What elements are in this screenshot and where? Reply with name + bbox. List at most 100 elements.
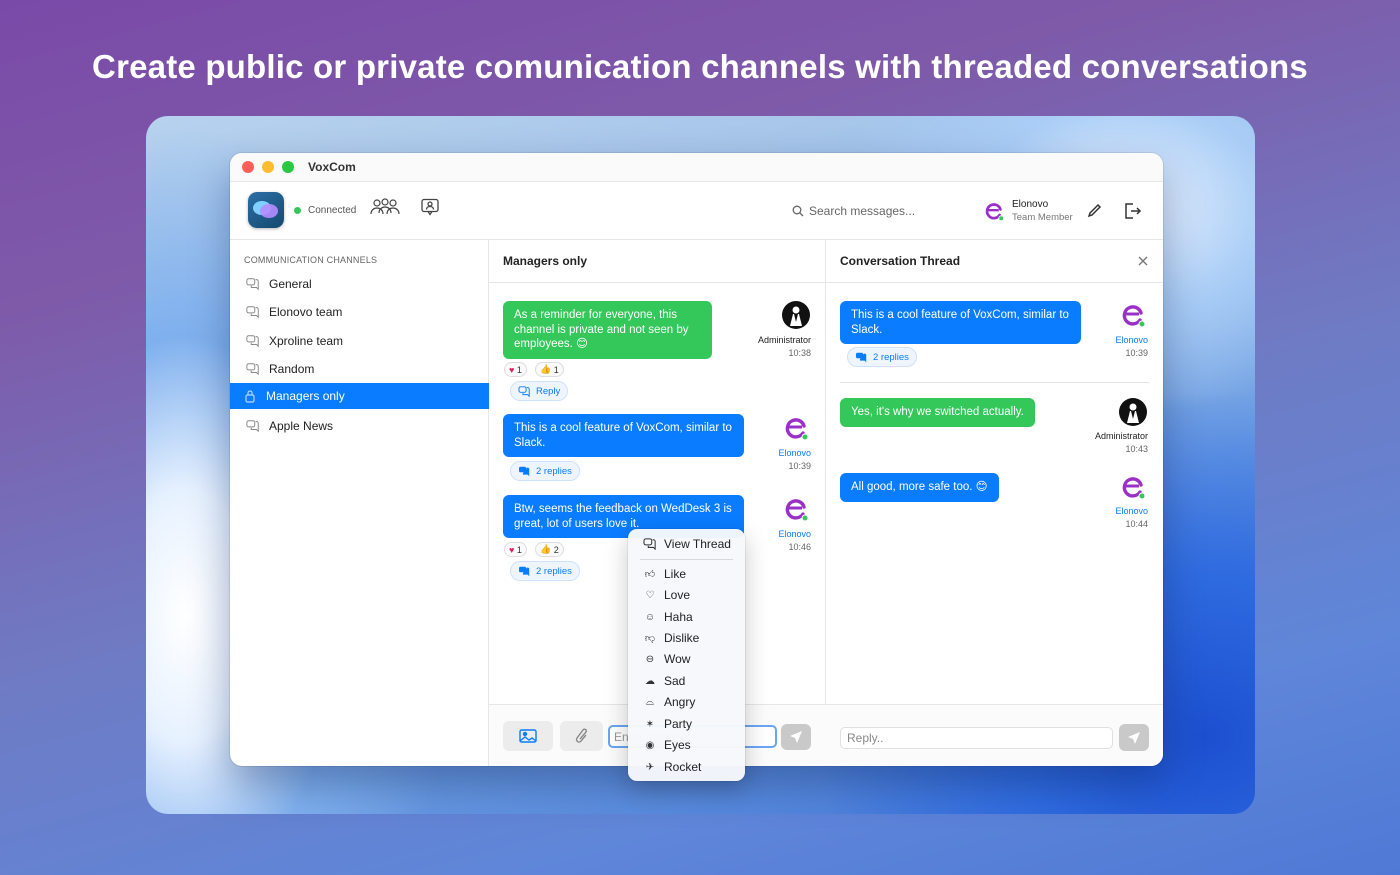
reply-icon bbox=[518, 385, 530, 397]
sidebar-item-managers-only[interactable]: Managers only bbox=[230, 383, 489, 409]
replies-icon bbox=[519, 466, 530, 476]
sidebar-item-label: Managers only bbox=[266, 389, 345, 403]
user-avatar[interactable] bbox=[982, 199, 1006, 223]
replies-button[interactable]: 2 replies bbox=[510, 461, 580, 481]
message-author: Elonovo bbox=[1115, 506, 1148, 516]
search-icon bbox=[792, 205, 804, 217]
chat-bubbles-icon bbox=[246, 334, 260, 348]
title-bar: VoxCom bbox=[230, 153, 1163, 182]
menu-item-sad[interactable]: ☁ Sad bbox=[628, 671, 745, 691]
sidebar-item-random[interactable]: Random bbox=[230, 356, 489, 382]
replies-button[interactable]: 2 replies bbox=[847, 347, 917, 367]
reaction-like[interactable]: 👍 1 bbox=[535, 362, 564, 377]
attach-image-button[interactable] bbox=[503, 721, 553, 751]
thread-reply-bubble[interactable]: Yes, it's why we switched actually. bbox=[840, 398, 1035, 427]
sidebar-header: COMMUNICATION CHANNELS bbox=[244, 255, 378, 265]
sidebar-item-general[interactable]: General bbox=[230, 271, 489, 297]
replies-icon bbox=[856, 352, 867, 362]
zoom-window-button[interactable] bbox=[282, 161, 294, 173]
thread-icon bbox=[643, 538, 657, 550]
search-placeholder: Search messages... bbox=[809, 204, 916, 218]
message-author: Elonovo bbox=[778, 448, 811, 458]
close-icon bbox=[1138, 256, 1148, 266]
thread-pane: Conversation Thread This is a cool featu… bbox=[826, 240, 1163, 766]
channel-sidebar: COMMUNICATION CHANNELS General Elonovo t… bbox=[230, 240, 489, 766]
elonovo-avatar bbox=[1118, 472, 1148, 502]
reaction-like[interactable]: 👍 2 bbox=[535, 542, 564, 557]
menu-item-dislike[interactable]: 👎︎ Dislike bbox=[628, 628, 745, 648]
chat-bubbles-icon bbox=[246, 419, 260, 433]
user-name: Elonovo bbox=[1012, 199, 1049, 210]
send-reply-button[interactable] bbox=[1119, 724, 1149, 751]
reply-input[interactable]: Reply.. bbox=[840, 727, 1113, 749]
chat-bubbles-icon bbox=[246, 305, 260, 319]
menu-separator bbox=[640, 559, 733, 560]
wow-icon: ⊖ bbox=[645, 653, 655, 665]
sidebar-item-xproline-team[interactable]: Xproline team bbox=[230, 328, 489, 354]
close-thread-button[interactable] bbox=[1137, 254, 1149, 272]
laugh-icon: ☺ bbox=[644, 611, 656, 623]
sidebar-item-label: General bbox=[269, 277, 312, 291]
chat-bubbles-icon bbox=[246, 362, 260, 376]
minimize-window-button[interactable] bbox=[262, 161, 274, 173]
logout-icon[interactable] bbox=[1122, 201, 1142, 226]
send-icon bbox=[790, 731, 802, 743]
thumbs-down-icon: 👎︎ bbox=[644, 633, 656, 644]
message-bubble[interactable]: As a reminder for everyone, this channel… bbox=[503, 301, 712, 359]
edit-pencil-icon[interactable] bbox=[1087, 203, 1102, 223]
sad-icon: ☁ bbox=[645, 675, 655, 687]
rocket-icon: ✈ bbox=[645, 761, 655, 773]
channel-title: Managers only bbox=[489, 240, 825, 283]
toolbar: Connected Search messages... Elonovo Tea… bbox=[230, 182, 1163, 240]
replies-button[interactable]: 2 replies bbox=[510, 561, 580, 581]
send-button[interactable] bbox=[781, 724, 811, 750]
heart-icon: ♥ bbox=[509, 544, 515, 555]
thread-reply-bubble[interactable]: All good, more safe too. 😊 bbox=[840, 473, 999, 502]
message-bubble[interactable]: This is a cool feature of VoxCom, simila… bbox=[503, 414, 744, 457]
headline: Create public or private comunication ch… bbox=[92, 48, 1308, 85]
heart-icon: ♡ bbox=[645, 589, 655, 601]
menu-item-party[interactable]: ✶ Party bbox=[628, 714, 745, 734]
app-logo-icon bbox=[248, 192, 284, 228]
menu-item-love[interactable]: ♡ Love bbox=[628, 585, 745, 605]
menu-item-angry[interactable]: ⌓ Angry bbox=[628, 692, 745, 712]
sidebar-item-label: Xproline team bbox=[269, 334, 344, 348]
party-icon: ✶ bbox=[645, 718, 655, 730]
sidebar-item-apple-news[interactable]: Apple News bbox=[230, 413, 489, 439]
menu-item-like[interactable]: 👍︎ Like bbox=[628, 564, 745, 584]
sidebar-item-elonovo-team[interactable]: Elonovo team bbox=[230, 299, 489, 325]
reply-button[interactable]: Reply bbox=[510, 381, 569, 401]
menu-item-eyes[interactable]: ◉ Eyes bbox=[628, 735, 745, 755]
menu-item-wow[interactable]: ⊖ Wow bbox=[628, 649, 745, 669]
contact-card-icon[interactable] bbox=[420, 198, 440, 221]
team-members-icon[interactable] bbox=[370, 198, 400, 221]
close-window-button[interactable] bbox=[242, 161, 254, 173]
connection-status: Connected bbox=[308, 205, 357, 216]
replies-icon bbox=[519, 566, 530, 576]
message-author: Administrator bbox=[757, 335, 811, 345]
thumbs-up-icon: 👍 bbox=[540, 544, 552, 554]
elonovo-avatar bbox=[1118, 300, 1148, 330]
reaction-love[interactable]: ♥ 1 bbox=[504, 542, 527, 557]
message-time: 10:44 bbox=[1125, 519, 1148, 529]
administrator-avatar bbox=[781, 300, 811, 330]
sidebar-item-label: Elonovo team bbox=[269, 305, 343, 319]
thumbs-up-icon: 👍︎ bbox=[644, 569, 656, 580]
eyes-icon: ◉ bbox=[645, 739, 655, 751]
menu-item-haha[interactable]: ☺ Haha bbox=[628, 607, 745, 627]
window-title: VoxCom bbox=[308, 160, 356, 174]
message-author: Elonovo bbox=[778, 529, 811, 539]
message-author: Elonovo bbox=[1115, 335, 1148, 345]
message-context-menu: View Thread 👍︎ Like ♡ Love ☺ Haha 👎︎ Dislike… bbox=[628, 529, 745, 781]
message-time: 10:38 bbox=[788, 348, 811, 358]
menu-item-rocket[interactable]: ✈ Rocket bbox=[628, 757, 745, 777]
reaction-love[interactable]: ♥ 1 bbox=[504, 362, 527, 377]
sidebar-item-label: Random bbox=[269, 362, 315, 376]
menu-item-view-thread[interactable]: View Thread bbox=[628, 534, 745, 554]
elonovo-avatar bbox=[781, 494, 811, 524]
paperclip-icon bbox=[575, 728, 587, 743]
search-field[interactable]: Search messages... bbox=[792, 202, 962, 220]
attach-file-button[interactable] bbox=[560, 721, 603, 751]
angry-icon: ⌓ bbox=[646, 696, 654, 708]
thread-root-bubble[interactable]: This is a cool feature of VoxCom, simila… bbox=[840, 301, 1081, 344]
